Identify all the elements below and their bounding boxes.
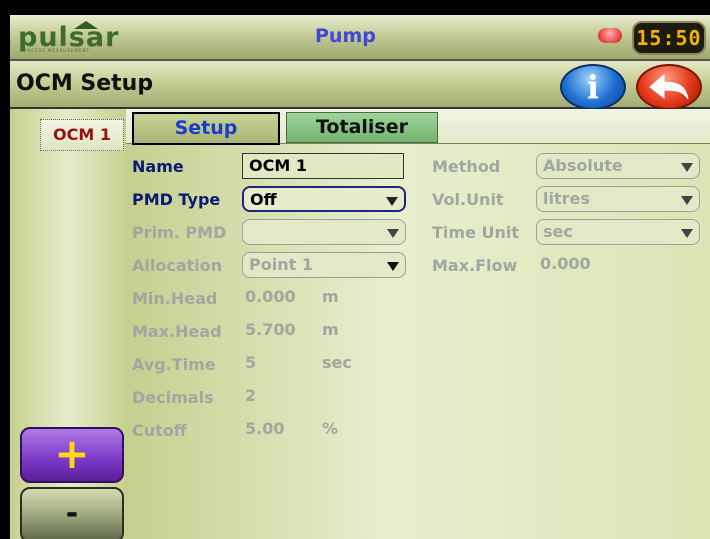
info-button[interactable]: i — [560, 64, 626, 110]
back-arrow-icon — [649, 73, 689, 100]
ocm-list-panel: OCM 1 + - — [10, 109, 126, 539]
min-head-label: Min.Head — [132, 289, 218, 308]
decimals-label: Decimals — [132, 388, 214, 407]
max-flow-label: Max.Flow — [432, 256, 518, 275]
top-bar: pulsar PROCESS MEASUREMENT Pump 15:50 — [10, 15, 710, 61]
chevron-down-icon — [387, 229, 399, 238]
sidebar-item-label: OCM 1 — [53, 125, 111, 144]
method-value: Absolute — [543, 156, 623, 175]
max-head-label: Max.Head — [132, 322, 222, 341]
avg-time-value: 5 — [245, 353, 257, 372]
name-value: OCM 1 — [249, 156, 307, 175]
vol-unit-value: litres — [543, 189, 590, 208]
setup-form: Name OCM 1 PMD Type Off Prim. PMD Alloca… — [126, 145, 710, 539]
vol-unit-select[interactable]: litres — [536, 186, 700, 212]
prim-pmd-select[interactable] — [242, 219, 406, 245]
page-title: OCM Setup — [16, 71, 154, 96]
time-unit-select[interactable]: sec — [536, 219, 700, 245]
time-unit-label: Time Unit — [432, 223, 520, 242]
cutoff-value: 5.00 — [245, 419, 285, 438]
sidebar-item-ocm-1[interactable]: OCM 1 — [40, 119, 124, 151]
chevron-down-icon — [386, 197, 398, 206]
minus-icon: - — [65, 496, 79, 531]
name-label: Name — [132, 157, 184, 176]
max-head-value: 5.700 — [245, 320, 296, 339]
clock-display: 15:50 — [632, 21, 706, 55]
device-title: Pump — [315, 25, 376, 47]
add-ocm-button[interactable]: + — [20, 427, 124, 483]
max-head-unit: m — [322, 320, 339, 339]
decimals-value: 2 — [245, 386, 257, 405]
pmd-type-select[interactable]: Off — [242, 186, 406, 212]
tab-strip: Setup Totaliser — [126, 109, 710, 145]
avg-time-label: Avg.Time — [132, 355, 216, 374]
pmd-type-value: Off — [250, 190, 277, 209]
screen: pulsar PROCESS MEASUREMENT Pump 15:50 OC… — [10, 15, 710, 539]
header-bar: OCM Setup i — [10, 61, 710, 110]
back-button[interactable] — [636, 64, 702, 110]
remove-ocm-button[interactable]: - — [20, 487, 124, 539]
max-flow-value: 0.000 — [540, 254, 591, 273]
name-field[interactable]: OCM 1 — [242, 153, 404, 179]
cutoff-label: Cutoff — [132, 421, 187, 440]
method-select[interactable]: Absolute — [536, 153, 700, 179]
chevron-down-icon — [387, 262, 399, 271]
logo-subtext: PROCESS MEASUREMENT — [20, 48, 90, 53]
main-panel: Setup Totaliser Name OCM 1 PMD Type Off … — [126, 109, 710, 539]
allocation-label: Allocation — [132, 256, 223, 275]
plus-icon: + — [54, 429, 90, 478]
chevron-down-icon — [681, 196, 693, 205]
vol-unit-label: Vol.Unit — [432, 190, 504, 209]
prim-pmd-label: Prim. PMD — [132, 223, 227, 242]
avg-time-unit: sec — [322, 353, 352, 372]
info-icon: i — [586, 68, 600, 106]
time-unit-value: sec — [543, 222, 573, 241]
tab-setup[interactable]: Setup — [132, 112, 280, 145]
chevron-down-icon — [681, 229, 693, 238]
cutoff-unit: % — [322, 419, 339, 438]
allocation-value: Point 1 — [249, 255, 313, 274]
method-label: Method — [432, 157, 501, 176]
tab-totaliser[interactable]: Totaliser — [286, 112, 438, 143]
chevron-down-icon — [681, 163, 693, 172]
min-head-value: 0.000 — [245, 287, 296, 306]
status-led-icon — [598, 28, 622, 43]
pmd-type-label: PMD Type — [132, 190, 221, 209]
min-head-unit: m — [322, 287, 339, 306]
allocation-select[interactable]: Point 1 — [242, 252, 406, 278]
pulsar-logo: pulsar PROCESS MEASUREMENT — [18, 21, 134, 55]
